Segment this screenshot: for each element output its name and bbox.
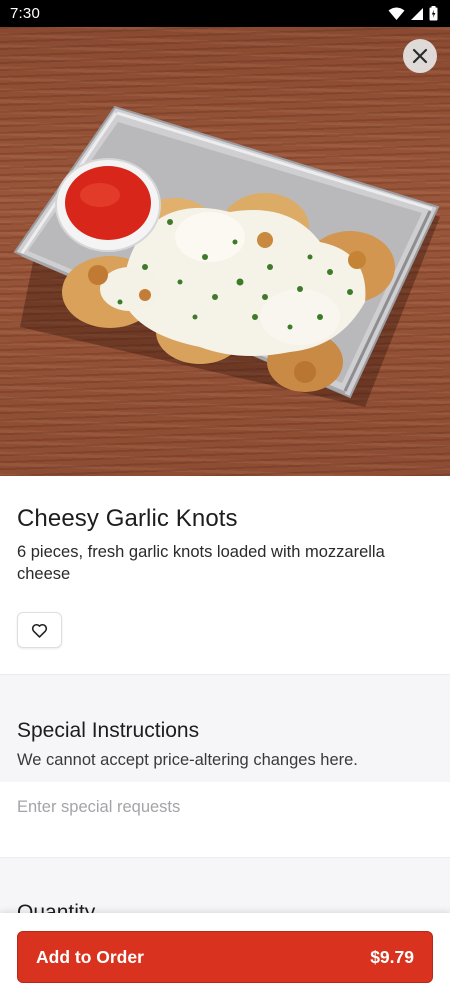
item-description: 6 pieces, fresh garlic knots loaded with… xyxy=(17,543,385,583)
order-price: $9.79 xyxy=(370,946,414,967)
quantity-section: Quantity xyxy=(0,857,450,917)
special-instructions-title: Special Instructions xyxy=(17,719,200,742)
status-time: 7:30 xyxy=(10,5,40,22)
status-bar: 7:30 xyxy=(0,0,450,27)
close-icon xyxy=(412,48,428,64)
battery-icon xyxy=(429,6,438,21)
item-details: Cheesy Garlic Knots 6 pieces, fresh garl… xyxy=(0,476,450,674)
close-button[interactable] xyxy=(403,39,437,73)
item-title: Cheesy Garlic Knots xyxy=(17,505,238,532)
signal-icon xyxy=(411,7,423,20)
status-icons xyxy=(388,6,438,21)
special-requests-area xyxy=(0,782,450,857)
wifi-icon xyxy=(388,7,405,20)
bottom-action-bar: Add to Order $9.79 xyxy=(0,913,450,1000)
favorite-button[interactable] xyxy=(17,612,62,648)
item-detail-screen: 7:30 Cheesy Garlic Knots 6 pieces, fresh… xyxy=(0,0,450,1000)
special-instructions-section: Special Instructions We cannot accept pr… xyxy=(0,674,450,782)
garlic-knots-image xyxy=(13,105,440,407)
add-to-order-label: Add to Order xyxy=(36,946,144,967)
item-photo xyxy=(0,27,450,476)
special-instructions-note: We cannot accept price-altering changes … xyxy=(17,751,358,769)
special-requests-input[interactable] xyxy=(0,782,450,832)
heart-outline-icon xyxy=(31,623,48,638)
add-to-order-button[interactable]: Add to Order $9.79 xyxy=(17,931,433,983)
